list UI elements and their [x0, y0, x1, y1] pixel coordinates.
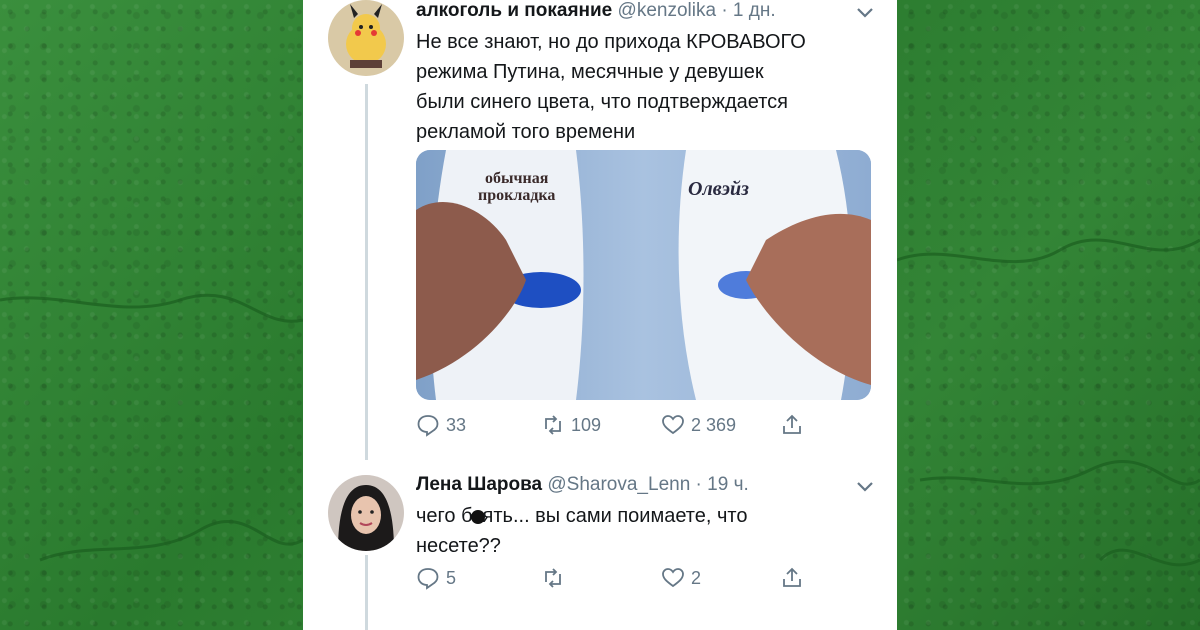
retweet-count: 109 — [571, 414, 602, 435]
timestamp[interactable]: · 1 дн. — [721, 0, 775, 21]
share-button[interactable] — [780, 413, 804, 437]
tweet-actions: 5 2 — [416, 566, 816, 596]
reply-count: 5 — [446, 567, 457, 588]
display-name[interactable]: Лена Шарова — [416, 474, 542, 495]
tweet-card: алкоголь и покаяние @kenzolika · 1 дн. Н… — [303, 0, 897, 630]
tweet-text-line: рекламой того времени — [416, 121, 636, 143]
tweet-header: Лена Шарова @Sharova_Lenn · 19 ч. — [416, 474, 749, 496]
like-icon — [662, 568, 684, 588]
left-pad-label-line: обычная — [485, 170, 549, 187]
display-name[interactable]: алкоголь и покаяние — [416, 0, 612, 21]
timestamp[interactable]: · 19 ч. — [696, 474, 749, 495]
left-pad-label-line: прокладка — [478, 187, 556, 204]
tweet-text-line: чего б ять... вы сами поимаете, что — [416, 501, 871, 531]
retweet-icon — [545, 415, 561, 435]
avatar[interactable] — [328, 475, 404, 551]
reply-button[interactable]: 33 — [416, 413, 466, 437]
like-button[interactable]: 2 369 — [661, 413, 736, 437]
handle[interactable]: @Sharova_Lenn — [547, 474, 690, 495]
avatar[interactable] — [328, 0, 404, 76]
tweet-text-part: чего б — [416, 505, 473, 527]
chevron-down-icon[interactable] — [855, 6, 875, 20]
left-pad-label: обычная прокладка — [478, 170, 555, 204]
tweet-1[interactable]: алкоголь и покаяние @kenzolika · 1 дн. Н… — [303, 0, 897, 460]
tweet-text-line: были синего цвета, что подтверждается — [416, 91, 789, 113]
tweet-text: Не все знают, но до прихода КРОВАВОГО ре… — [416, 27, 871, 147]
like-count: 2 369 — [691, 414, 737, 435]
pikachu-avatar-icon — [328, 0, 404, 76]
tweet-text-line: несете?? — [416, 535, 501, 557]
right-pad-label: Олвэйз — [688, 178, 749, 200]
reply-icon — [417, 415, 439, 437]
like-count: 2 — [691, 567, 702, 588]
retweet-icon — [545, 568, 561, 588]
retweet-button[interactable] — [541, 566, 565, 590]
woman-avatar-icon — [328, 475, 404, 551]
reply-count: 33 — [446, 414, 467, 435]
share-button[interactable] — [780, 566, 804, 590]
handle[interactable]: @kenzolika — [618, 0, 717, 21]
tweet-text-line: Не все знают, но до прихода КРОВАВОГО — [416, 31, 806, 53]
share-icon — [783, 414, 801, 434]
tweet-text-part: ять... вы сами поимаете, что — [482, 505, 748, 527]
share-icon — [783, 567, 801, 587]
chevron-down-icon[interactable] — [855, 480, 875, 494]
like-icon — [662, 415, 684, 435]
retweet-button[interactable]: 109 — [541, 413, 601, 437]
tweet-text: чего б ять... вы сами поимаете, что несет… — [416, 501, 871, 561]
tweet-2[interactable]: Лена Шарова @Sharova_Lenn · 19 ч. чего б… — [303, 473, 897, 630]
like-button[interactable]: 2 — [661, 566, 701, 590]
tweet-header: алкоголь и покаяние @kenzolika · 1 дн. — [416, 0, 776, 22]
thread-line — [365, 555, 368, 630]
tweet-text-line: режима Путина, месячные у девушек — [416, 61, 764, 83]
tweet-media-image[interactable]: обычная прокладка Олвэйз — [416, 150, 871, 400]
tweet-actions: 33 109 2 369 — [416, 413, 816, 443]
thread-line — [365, 84, 368, 460]
reply-icon — [417, 568, 439, 590]
reply-button[interactable]: 5 — [416, 566, 456, 590]
